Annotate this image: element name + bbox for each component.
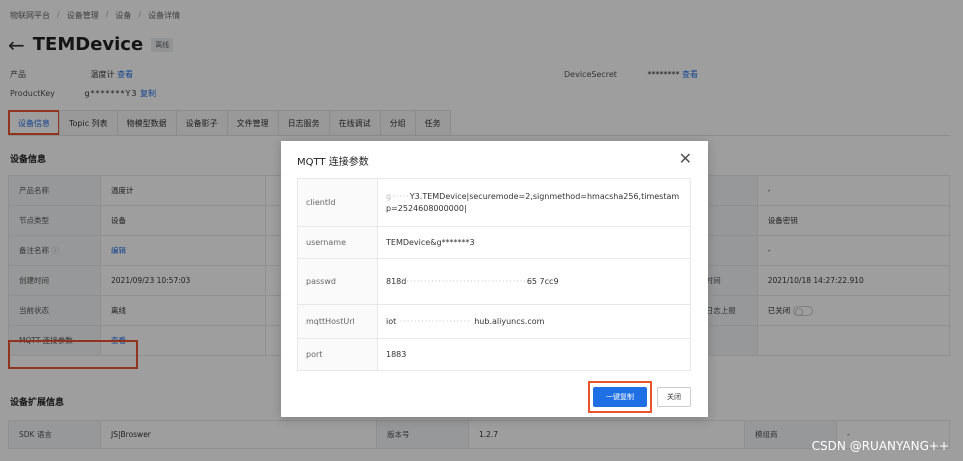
dialog-title: MQTT 连接参数 bbox=[297, 157, 369, 168]
copy-all-button[interactable]: 一键复制 bbox=[593, 387, 647, 407]
table-row: port 1883 bbox=[297, 338, 691, 371]
watermark: CSDN @RUANYANG++ bbox=[811, 439, 949, 453]
table-row: clientId g·····Y3.TEMDevice|securemode=2… bbox=[297, 178, 691, 227]
mqtt-params-dialog: MQTT 连接参数 ✕ clientId g·····Y3.TEMDevice|… bbox=[281, 141, 708, 417]
close-button[interactable]: 关闭 bbox=[657, 387, 691, 407]
table-row: username TEMDevice&g*******3 bbox=[297, 226, 691, 259]
mqtt-params-table: clientId g·····Y3.TEMDevice|securemode=2… bbox=[297, 178, 691, 371]
table-row: mqttHostUrl iot ···················· hub… bbox=[297, 304, 691, 339]
table-row: passwd 818d·····························… bbox=[297, 258, 691, 305]
close-icon[interactable]: ✕ bbox=[679, 149, 692, 168]
